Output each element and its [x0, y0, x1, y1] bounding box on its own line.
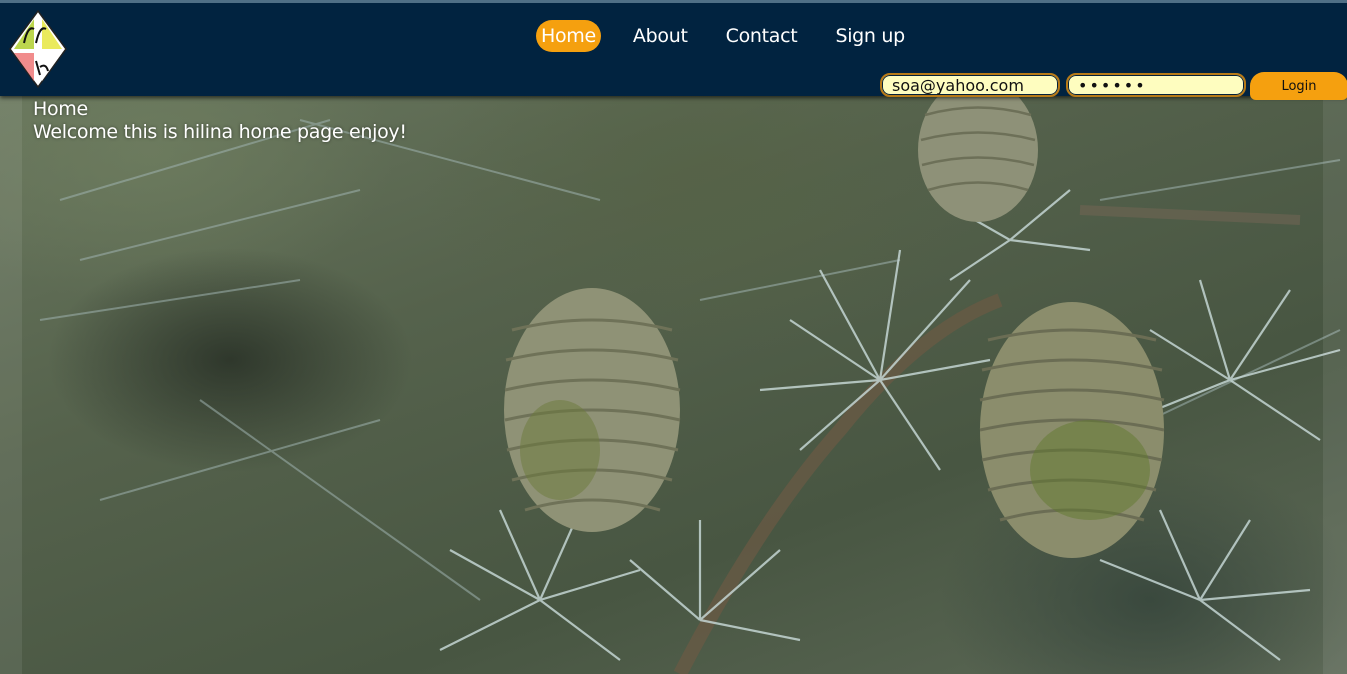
- login-button[interactable]: Login: [1250, 72, 1347, 100]
- nav-item-contact[interactable]: Contact: [720, 20, 804, 52]
- page-title: Home: [33, 98, 88, 120]
- nav-item-about[interactable]: About: [627, 20, 694, 52]
- site-logo[interactable]: [4, 9, 72, 91]
- right-overlay-panel: [1323, 96, 1347, 674]
- login-form: Login: [880, 70, 1347, 100]
- nav-item-home[interactable]: Home: [536, 20, 601, 52]
- left-overlay-panel: [0, 96, 22, 674]
- site-header: Home About Contact Sign up Login: [0, 0, 1347, 100]
- password-field[interactable]: [1066, 73, 1246, 97]
- nav-item-sign-up[interactable]: Sign up: [829, 20, 910, 52]
- logo-icon: [9, 9, 67, 89]
- main-nav: Home About Contact Sign up: [536, 20, 923, 52]
- email-field[interactable]: [880, 73, 1060, 97]
- page: Home About Contact Sign up Login Home We…: [0, 0, 1347, 674]
- main-content: Home Welcome this is hilina home page en…: [33, 98, 407, 144]
- pine-cone-left: [504, 288, 681, 532]
- pine-cone-right: [979, 302, 1165, 558]
- welcome-text: Welcome this is hilina home page enjoy!: [33, 121, 407, 143]
